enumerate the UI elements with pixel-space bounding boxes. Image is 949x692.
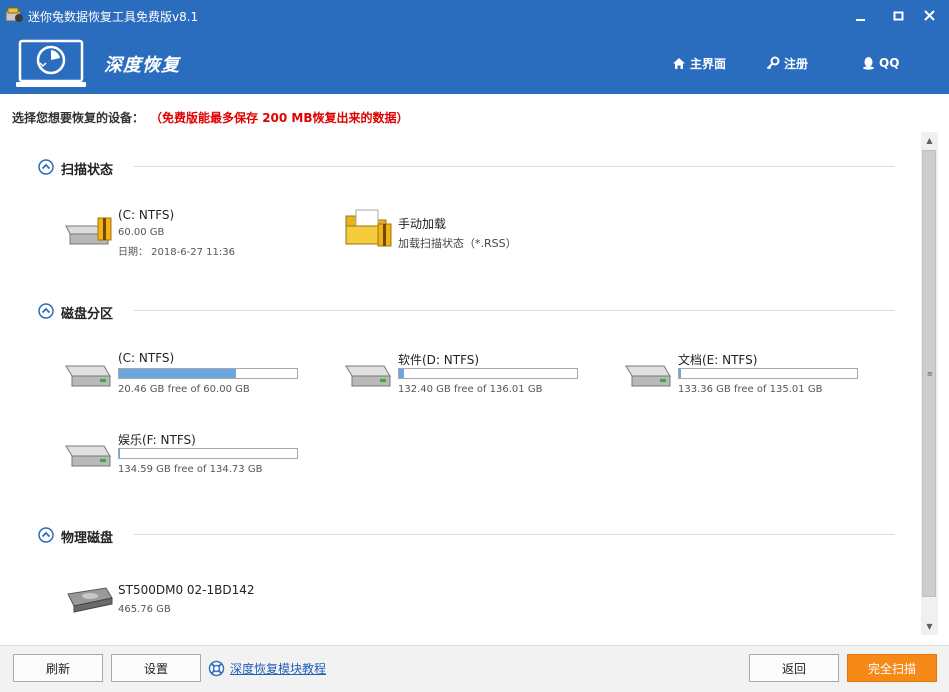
bottom-toolbar: 刷新 设置 深度恢复模块教程 返回 完全扫描 [0, 645, 949, 692]
partition-item[interactable]: 娱乐(F: NTFS) 134.59 GB free of 134.73 GB [60, 426, 310, 482]
usage-bar [678, 368, 858, 379]
partition-name: 软件(D: NTFS) [398, 353, 480, 367]
app-icon [4, 5, 24, 25]
lifebuoy-icon [208, 660, 225, 677]
scroll-up-icon[interactable]: ▲ [921, 132, 938, 149]
device-name: (C: NTFS) [118, 208, 175, 222]
qq-link-label: QQ [879, 56, 900, 70]
hard-drive-icon [344, 356, 394, 392]
usage-bar-fill [119, 449, 121, 458]
scroll-grip-icon: ≡ [927, 370, 933, 378]
scroll-thumb[interactable]: ≡ [922, 150, 936, 597]
register-link[interactable]: 注册 [766, 53, 808, 73]
minimize-icon [856, 19, 865, 21]
folder-with-scan-file-icon [344, 206, 394, 247]
close-icon [924, 10, 935, 21]
brand-title: 深度恢复 [104, 55, 180, 76]
scan-state-item-c[interactable]: (C: NTFS) 60.00 GB 日期： 2018-6-27 11:36 [60, 202, 300, 258]
back-button[interactable]: 返回 [749, 654, 839, 682]
partition-free-space: 20.46 GB free of 60.00 GB [118, 384, 250, 395]
settings-button[interactable]: 设置 [111, 654, 201, 682]
maximize-icon [893, 11, 904, 21]
free-limit-notice: （免费版能最多保存 200 MB恢复出来的数据） [156, 111, 409, 125]
minimize-button[interactable] [846, 4, 876, 28]
maximize-button[interactable] [884, 4, 914, 28]
partition-item[interactable]: 文档(E: NTFS) 133.36 GB free of 135.01 GB [620, 346, 870, 402]
partition-free-space: 132.40 GB free of 136.01 GB [398, 384, 543, 395]
hard-drive-icon [64, 436, 114, 472]
section-divider [134, 534, 895, 535]
usage-bar-fill [679, 369, 682, 378]
partition-name: 娱乐(F: NTFS) [118, 433, 196, 447]
usage-bar-fill [119, 369, 237, 378]
tutorial-link[interactable]: 深度恢复模块教程 [208, 660, 326, 677]
refresh-button[interactable]: 刷新 [13, 654, 103, 682]
hard-drive-icon [624, 356, 674, 392]
hard-drive-icon [64, 356, 114, 392]
partition-item[interactable]: (C: NTFS) 20.46 GB free of 60.00 GB [60, 346, 310, 402]
key-icon [766, 56, 780, 70]
close-button[interactable] [915, 4, 945, 28]
partition-name: 文档(E: NTFS) [678, 353, 758, 367]
physical-disk-size: 465.76 GB [118, 604, 171, 615]
qq-link[interactable]: QQ [862, 53, 899, 73]
partitions-title: 磁盘分区 [61, 307, 114, 322]
home-link-label: 主界面 [690, 56, 727, 71]
hard-drive-with-scan-file-icon [64, 210, 114, 246]
physical-disk-icon [64, 582, 114, 618]
vertical-scrollbar[interactable]: ▲ ≡ ▼ [921, 132, 938, 635]
manual-load-item[interactable]: 手动加载 加载扫描状态（*.RSS） [340, 202, 580, 258]
select-device-notice: 选择您想要恢复的设备： （免费版能最多保存 200 MB恢复出来的数据） [12, 109, 409, 126]
manual-load-name: 手动加载 [398, 217, 447, 231]
window-title: 迷你兔数据恢复工具免费版v8.1 [28, 10, 199, 24]
usage-bar [398, 368, 578, 379]
app-header: 深度恢复 主界面 注册 QQ [0, 32, 949, 94]
scan-state-title: 扫描状态 [61, 163, 114, 178]
device-size: 60.00 GB [118, 227, 165, 238]
section-divider [134, 166, 895, 167]
physical-disk-item[interactable]: ST500DM0 02-1BD142 465.76 GB [60, 576, 310, 626]
partition-free-space: 133.36 GB free of 135.01 GB [678, 384, 823, 395]
section-divider [134, 310, 895, 311]
physical-disks-title: 物理磁盘 [61, 531, 114, 546]
usage-bar [118, 448, 298, 459]
collapse-physical-disks-icon[interactable] [38, 527, 54, 543]
select-device-label: 选择您想要恢复的设备： [12, 111, 145, 125]
qq-penguin-icon [863, 57, 874, 70]
usage-bar [118, 368, 298, 379]
scan-date: 日期： 2018-6-27 11:36 [118, 247, 235, 258]
home-link[interactable]: 主界面 [672, 53, 726, 73]
title-bar: 迷你兔数据恢复工具免费版v8.1 [0, 0, 949, 32]
full-scan-button[interactable]: 完全扫描 [847, 654, 937, 682]
register-link-label: 注册 [784, 56, 809, 71]
physical-disk-name: ST500DM0 02-1BD142 [118, 583, 255, 597]
deep-recovery-logo-icon [16, 38, 86, 90]
partition-free-space: 134.59 GB free of 134.73 GB [118, 464, 263, 475]
partition-name: (C: NTFS) [118, 351, 175, 365]
collapse-scan-state-icon[interactable] [38, 159, 54, 175]
collapse-partitions-icon[interactable] [38, 303, 54, 319]
tutorial-link-label: 深度恢复模块教程 [230, 662, 327, 676]
partition-item[interactable]: 软件(D: NTFS) 132.40 GB free of 136.01 GB [340, 346, 590, 402]
scroll-down-icon[interactable]: ▼ [921, 618, 938, 635]
manual-load-desc: 加载扫描状态（*.RSS） [398, 237, 517, 250]
home-icon [673, 57, 685, 69]
usage-bar-fill [399, 369, 404, 378]
